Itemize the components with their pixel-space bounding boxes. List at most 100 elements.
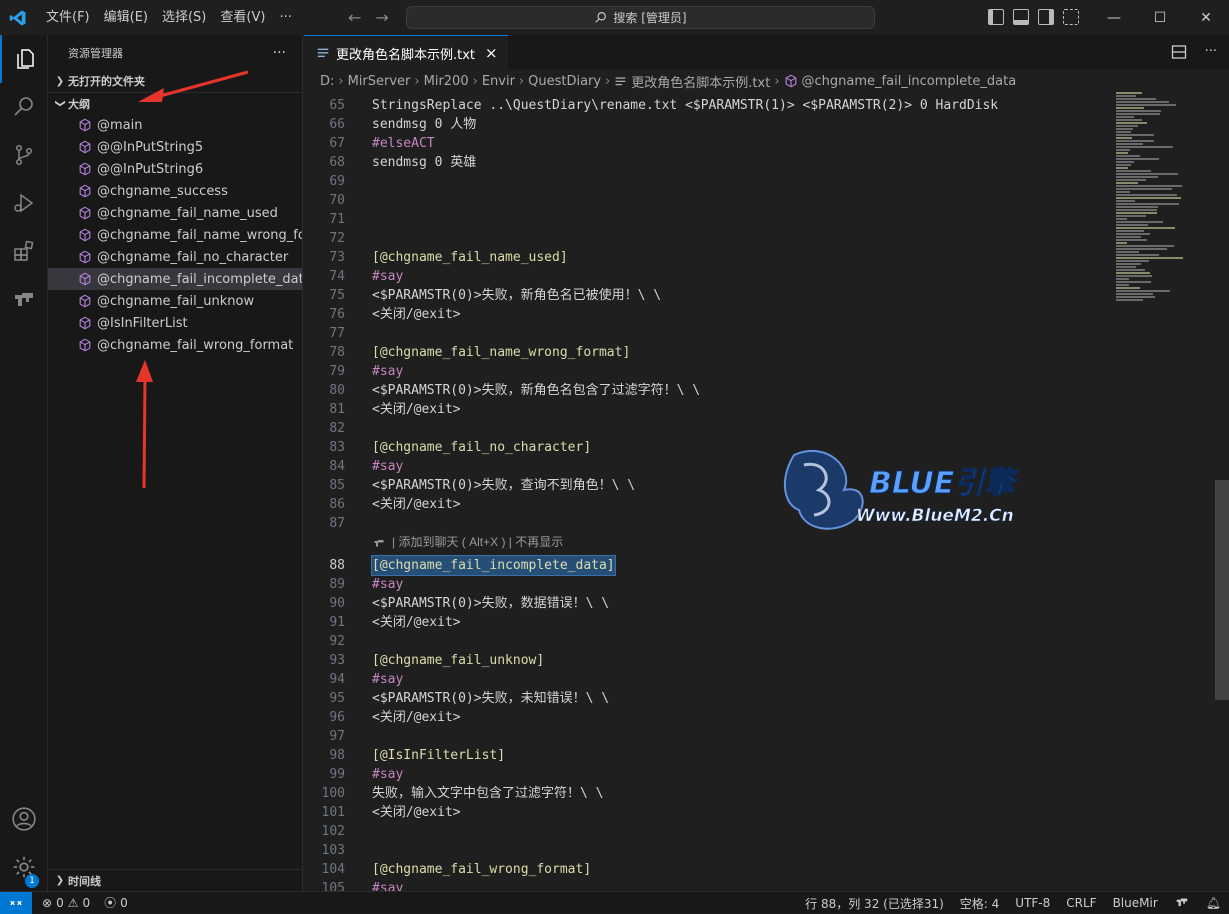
code-line[interactable]: 74 #say xyxy=(304,267,1114,286)
outline-item[interactable]: @chgname_fail_no_character xyxy=(48,246,302,268)
problems-indicator[interactable]: ⊗ 0 ⚠ 0 xyxy=(42,896,90,910)
split-editor-icon[interactable] xyxy=(1171,44,1187,64)
code-line[interactable]: 73 [@chgname_fail_name_used] xyxy=(304,248,1114,267)
breadcrumb-item[interactable]: MirServer xyxy=(348,74,411,89)
breadcrumb-item[interactable]: 更改角色名脚本示例.txt xyxy=(631,72,770,91)
code-line[interactable]: 102 xyxy=(304,822,1114,841)
code-line[interactable]: 79 #say xyxy=(304,362,1114,381)
outline-item[interactable]: @chgname_fail_name_wrong_for... xyxy=(48,224,302,246)
code-line[interactable]: 75 <$PARAMSTR(0)>失败，新角色名已被使用！\ \ xyxy=(304,286,1114,305)
code-line[interactable]: 76 <关闭/@exit> xyxy=(304,305,1114,324)
code-line[interactable]: 85 <$PARAMSTR(0)>失败，查询不到角色！\ \ xyxy=(304,476,1114,495)
code-line[interactable]: 67 #elseACT xyxy=(304,134,1114,153)
outline-item[interactable]: @@InPutString6 xyxy=(48,158,302,180)
code-line[interactable]: 96 <关闭/@exit> xyxy=(304,708,1114,727)
code-line[interactable]: 87 xyxy=(304,514,1114,533)
editor-tab-active[interactable]: 更改角色名脚本示例.txt × xyxy=(304,35,508,70)
outline-item[interactable]: @IsInFilterList xyxy=(48,312,302,334)
vertical-scrollbar[interactable] xyxy=(1215,92,1229,891)
outline-item[interactable]: @main xyxy=(48,114,302,136)
code-line[interactable]: 97 xyxy=(304,727,1114,746)
forward-arrow-icon[interactable]: → xyxy=(375,8,388,27)
code-line[interactable]: 82 xyxy=(304,419,1114,438)
breadcrumb-item[interactable]: Mir200 xyxy=(424,74,469,89)
code-line[interactable]: 99 #say xyxy=(304,765,1114,784)
outline-section-header[interactable]: ❯ 大纲 xyxy=(48,92,302,114)
code-line[interactable]: 70 xyxy=(304,191,1114,210)
code-line[interactable]: 90 <$PARAMSTR(0)>失败，数据错误！\ \ xyxy=(304,594,1114,613)
outline-item[interactable]: @chgname_fail_incomplete_data xyxy=(48,268,302,290)
tab-close-icon[interactable]: × xyxy=(485,44,498,62)
toggle-panel-icon[interactable] xyxy=(1013,9,1029,25)
blue-engine-extension-icon[interactable] xyxy=(0,275,48,323)
more-actions-icon[interactable]: ··· xyxy=(1205,44,1217,64)
code-line[interactable]: 103 xyxy=(304,841,1114,860)
breadcrumb-item[interactable]: D: xyxy=(320,74,334,89)
outline-item[interactable]: @chgname_fail_name_used xyxy=(48,202,302,224)
code-editor[interactable]: 65 StringsReplace ..\QuestDiary\rename.tx… xyxy=(304,92,1229,896)
codelens-hint[interactable]: | 添加到聊天 ( Alt+X ) | 不再显示 xyxy=(372,533,563,552)
close-window-icon[interactable]: ✕ xyxy=(1183,0,1229,35)
extensions-icon[interactable] xyxy=(0,227,48,275)
language-mode[interactable]: BlueMir xyxy=(1113,896,1158,910)
source-control-icon[interactable] xyxy=(0,131,48,179)
code-line[interactable]: 68 sendmsg 0 英雄 xyxy=(304,153,1114,172)
run-debug-icon[interactable] xyxy=(0,179,48,227)
explorer-icon[interactable] xyxy=(0,35,48,83)
accounts-icon[interactable] xyxy=(0,795,48,843)
code-line[interactable]: 91 <关闭/@exit> xyxy=(304,613,1114,632)
end-of-line[interactable]: CRLF xyxy=(1066,896,1096,910)
blue-engine-status-icon[interactable] xyxy=(1174,895,1190,912)
code-line[interactable]: 93 [@chgname_fail_unknow] xyxy=(304,651,1114,670)
codelens-text[interactable]: | 添加到聊天 ( Alt+X ) | 不再显示 xyxy=(392,533,563,552)
menu-file[interactable]: 文件(F) xyxy=(40,0,96,35)
menu-view[interactable]: 查看(V) xyxy=(214,0,271,35)
toggle-secondary-sidebar-icon[interactable] xyxy=(1038,9,1054,25)
code-line[interactable]: 66 sendmsg 0 人物 xyxy=(304,115,1114,134)
customize-layout-icon[interactable] xyxy=(1063,9,1079,25)
outline-item[interactable]: @chgname_fail_wrong_format xyxy=(48,334,302,356)
outline-item[interactable]: @chgname_fail_unknow xyxy=(48,290,302,312)
code-line[interactable]: 77 xyxy=(304,324,1114,343)
code-line[interactable]: 69 xyxy=(304,172,1114,191)
code-line[interactable]: 100 失败，输入文字中包含了过滤字符！\ \ xyxy=(304,784,1114,803)
code-line[interactable]: 101 <关闭/@exit> xyxy=(304,803,1114,822)
code-line[interactable]: 78 [@chgname_fail_name_wrong_format] xyxy=(304,343,1114,362)
code-line[interactable]: 84 #say xyxy=(304,457,1114,476)
outline-item[interactable]: @@InPutString5 xyxy=(48,136,302,158)
menu-edit[interactable]: 编辑(E) xyxy=(98,0,154,35)
code-line[interactable]: 88 [@chgname_fail_incomplete_data] xyxy=(304,555,1114,576)
command-center-search[interactable]: 搜索 [管理员] xyxy=(406,6,875,29)
encoding[interactable]: UTF-8 xyxy=(1015,896,1050,910)
code-line[interactable]: 86 <关闭/@exit> xyxy=(304,495,1114,514)
breadcrumb-item-current[interactable]: @chgname_fail_incomplete_data xyxy=(802,74,1017,89)
maximize-icon[interactable]: ☐ xyxy=(1137,0,1183,35)
back-arrow-icon[interactable]: ← xyxy=(348,8,361,27)
manage-gear-icon[interactable]: 1 xyxy=(0,843,48,891)
sidebar-more-button[interactable]: ··· xyxy=(273,45,286,61)
minimap[interactable] xyxy=(1116,92,1216,332)
code-line[interactable]: 81 <关闭/@exit> xyxy=(304,400,1114,419)
menu-selection[interactable]: 选择(S) xyxy=(156,0,212,35)
code-line[interactable]: 104 [@chgname_fail_wrong_format] xyxy=(304,860,1114,879)
search-view-icon[interactable] xyxy=(0,83,48,131)
indentation[interactable]: 空格: 4 xyxy=(960,895,1000,912)
remote-indicator-icon[interactable] xyxy=(0,891,32,914)
scrollbar-thumb[interactable] xyxy=(1215,480,1229,700)
outline-item[interactable]: @chgname_success xyxy=(48,180,302,202)
code-line[interactable]: 95 <$PARAMSTR(0)>失败，未知错误！\ \ xyxy=(304,689,1114,708)
no-folder-section-header[interactable]: ❯ 无打开的文件夹 xyxy=(48,70,302,92)
code-line[interactable]: 80 <$PARAMSTR(0)>失败，新角色名包含了过滤字符！\ \ xyxy=(304,381,1114,400)
code-line[interactable]: 83 [@chgname_fail_no_character] xyxy=(304,438,1114,457)
code-line[interactable]: 65 StringsReplace ..\QuestDiary\rename.tx… xyxy=(304,96,1114,115)
breadcrumb-item[interactable]: Envir xyxy=(482,74,515,89)
toggle-primary-sidebar-icon[interactable] xyxy=(988,9,1004,25)
code-line[interactable]: 98 [@IsInFilterList] xyxy=(304,746,1114,765)
code-line[interactable]: 72 xyxy=(304,229,1114,248)
ports-indicator[interactable]: ⦿ 0 xyxy=(104,894,128,911)
notifications-bell-icon[interactable]: 🔔︎ xyxy=(1206,896,1221,910)
breadcrumb-item[interactable]: QuestDiary xyxy=(528,74,601,89)
minimize-icon[interactable]: — xyxy=(1091,0,1137,35)
code-line[interactable]: 71 xyxy=(304,210,1114,229)
cursor-position[interactable]: 行 88，列 32 (已选择31) xyxy=(805,895,944,912)
